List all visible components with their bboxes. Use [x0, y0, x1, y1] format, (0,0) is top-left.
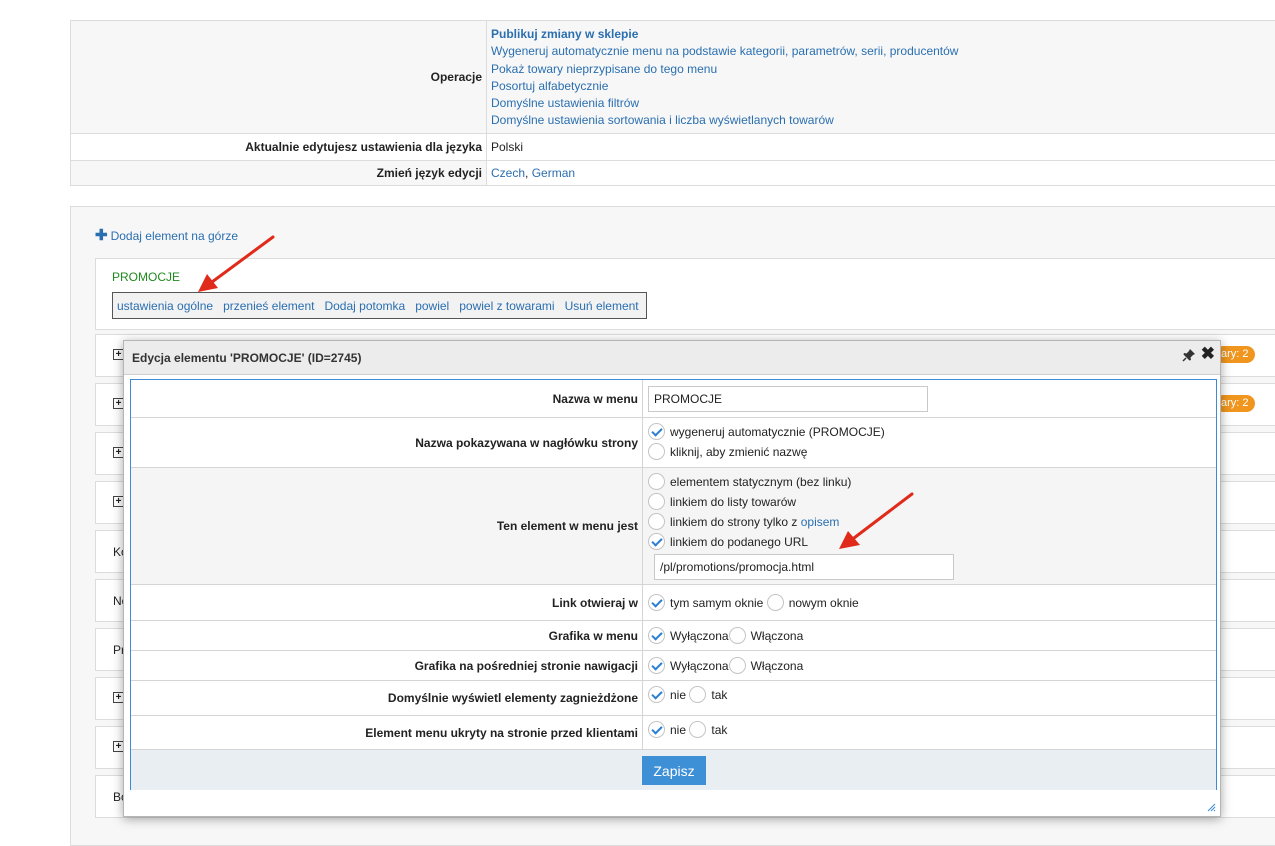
header-name-auto-option[interactable]: wygeneruj automatycznie (PROMOCJE) [648, 423, 885, 440]
radio-icon[interactable] [767, 594, 784, 611]
show-unassigned-link[interactable]: Pokaż towary nieprzypisane do tego menu [491, 61, 1275, 78]
pin-icon[interactable] [1182, 348, 1196, 362]
change-language-row: Zmień język edycji Czech, German [71, 160, 1275, 185]
publish-changes-link[interactable]: Publikuj zmiany w sklepie [491, 26, 1275, 43]
type-url-option[interactable]: linkiem do podanego URL [648, 533, 808, 550]
save-button[interactable]: Zapisz [642, 756, 706, 785]
save-row: Zapisz [131, 750, 1216, 790]
radio-icon[interactable] [729, 657, 746, 674]
delete-element-link[interactable]: Usuń element [565, 299, 639, 313]
editing-language-label: Aktualnie edytujesz ustawienia dla język… [71, 133, 487, 160]
element-type-row: Ten element w menu jest elementem statyc… [131, 468, 1216, 585]
open-link-row: Link otwieraj w tym samym oknie nowym ok… [131, 585, 1216, 621]
radio-icon[interactable] [729, 627, 746, 644]
name-in-menu-row: Nazwa w menu [131, 380, 1216, 418]
sorting-defaults-link[interactable]: Domyślne ustawienia sortowania i liczba … [491, 112, 1275, 129]
open-link-label: Link otwieraj w [131, 585, 643, 620]
radio-icon[interactable] [648, 493, 665, 510]
option-label: kliknij, aby zmienić nazwę [670, 445, 807, 459]
name-in-menu-label: Nazwa w menu [131, 380, 643, 417]
plus-icon: ✚ [95, 227, 108, 244]
url-input[interactable] [654, 554, 954, 580]
close-icon[interactable]: ✖ [1201, 345, 1215, 363]
operations-list: Publikuj zmiany w sklepie Wygeneruj auto… [487, 21, 1275, 134]
radio-checked-icon[interactable] [648, 627, 665, 644]
same-window-label: tym samym oknie [670, 596, 763, 610]
dialog-title: Edycja elementu 'PROMOCJE' (ID=2745) [132, 351, 361, 365]
change-language-options: Czech, German [487, 160, 1275, 185]
radio-checked-icon[interactable] [648, 594, 665, 611]
duplicate-link[interactable]: powiel [415, 299, 449, 313]
option-label: linkiem do listy towarów [670, 495, 796, 509]
add-child-link[interactable]: Dodaj potomka [324, 299, 405, 313]
operations-label: Operacje [71, 21, 487, 134]
graphic-menu-row: Grafika w menu Wyłączona Włączona [131, 621, 1216, 651]
element-name-promocje[interactable]: PROMOCJE [112, 270, 180, 284]
radio-icon[interactable] [689, 721, 706, 738]
auto-generate-menu-link[interactable]: Wygeneruj automatycznie menu na podstawi… [491, 43, 1275, 60]
hidden-element-options-group: nie tak [648, 721, 727, 738]
yes-label: tak [711, 688, 727, 702]
duplicate-with-products-link[interactable]: powiel z towarami [459, 299, 554, 313]
no-label: nie [670, 688, 686, 702]
header-name-custom-option[interactable]: kliknij, aby zmienić nazwę [648, 443, 807, 460]
radio-checked-icon[interactable] [648, 721, 665, 738]
edit-element-dialog: Edycja elementu 'PROMOCJE' (ID=2745) ✖ N… [123, 340, 1221, 817]
type-description-page-option[interactable]: linkiem do strony tylko z opisem [648, 513, 839, 530]
element-type-label: Ten element w menu jest [131, 468, 643, 584]
radio-icon[interactable] [689, 686, 706, 703]
change-language-label: Zmień język edycji [71, 160, 487, 185]
name-in-menu-input[interactable] [648, 386, 928, 412]
graphic-nav-label: Grafika na pośredniej stronie nawigacji [131, 651, 643, 680]
open-link-options-group: tym samym oknie nowym oknie [648, 594, 859, 611]
radio-checked-icon[interactable] [648, 423, 665, 440]
graphic-menu-label: Grafika w menu [131, 621, 643, 650]
resize-grip-icon[interactable] [1207, 803, 1216, 812]
hidden-element-row: Element menu ukryty na stronie przed kli… [131, 716, 1216, 750]
yes-label: tak [711, 723, 727, 737]
enabled-label: Włączona [751, 629, 804, 643]
lang-czech-link[interactable]: Czech [491, 166, 525, 180]
lang-separator: , [525, 166, 532, 180]
disabled-label: Wyłączona [670, 629, 729, 643]
lang-german-link[interactable]: German [532, 166, 575, 180]
type-static-option[interactable]: elementem statycznym (bez linku) [648, 473, 851, 490]
type-product-list-option[interactable]: linkiem do listy towarów [648, 493, 796, 510]
show-nested-options-group: nie tak [648, 686, 727, 703]
radio-icon[interactable] [648, 473, 665, 490]
operations-row: Operacje Publikuj zmiany w sklepie Wygen… [71, 21, 1275, 134]
option-label: linkiem do podanego URL [670, 535, 808, 549]
graphic-menu-options-group: Wyłączona Włączona [648, 627, 803, 644]
radio-checked-icon[interactable] [648, 657, 665, 674]
show-nested-row: Domyślnie wyświetl elementy zagnieżdżone… [131, 681, 1216, 716]
show-nested-label: Domyślnie wyświetl elementy zagnieżdżone [131, 681, 643, 715]
graphic-nav-row: Grafika na pośredniej stronie nawigacji … [131, 651, 1216, 681]
sort-alphabetically-link[interactable]: Posortuj alfabetycznie [491, 78, 1275, 95]
header-name-row: Nazwa pokazywana w nagłówku strony wygen… [131, 418, 1216, 468]
general-settings-link[interactable]: ustawienia ogólne [117, 299, 213, 313]
hidden-element-label: Element menu ukryty na stronie przed kli… [131, 716, 643, 749]
radio-icon[interactable] [648, 513, 665, 530]
move-element-link[interactable]: przenieś element [223, 299, 314, 313]
disabled-label: Wyłączona [670, 659, 729, 673]
radio-checked-icon[interactable] [648, 533, 665, 550]
option-label: linkiem do strony tylko z [670, 515, 797, 529]
info-table: Operacje Publikuj zmiany w sklepie Wygen… [70, 20, 1275, 186]
no-label: nie [670, 723, 686, 737]
element-settings-form: Nazwa w menu Nazwa pokazywana w nagłówku… [130, 379, 1217, 790]
arrow-annotation [834, 491, 919, 556]
radio-checked-icon[interactable] [648, 686, 665, 703]
dialog-header[interactable]: Edycja elementu 'PROMOCJE' (ID=2745) ✖ [124, 341, 1220, 375]
editing-language-row: Aktualnie edytujesz ustawienia dla język… [71, 133, 1275, 160]
editing-language-value: Polski [487, 133, 1275, 160]
new-window-label: nowym oknie [789, 596, 859, 610]
radio-icon[interactable] [648, 443, 665, 460]
graphic-nav-options-group: Wyłączona Włączona [648, 657, 803, 674]
option-label: elementem statycznym (bez linku) [670, 475, 851, 489]
enabled-label: Włączona [751, 659, 804, 673]
filter-defaults-link[interactable]: Domyślne ustawienia filtrów [491, 95, 1275, 112]
arrow-annotation [190, 232, 280, 297]
header-name-label: Nazwa pokazywana w nagłówku strony [131, 418, 643, 467]
option-label: wygeneruj automatycznie (PROMOCJE) [670, 425, 885, 439]
